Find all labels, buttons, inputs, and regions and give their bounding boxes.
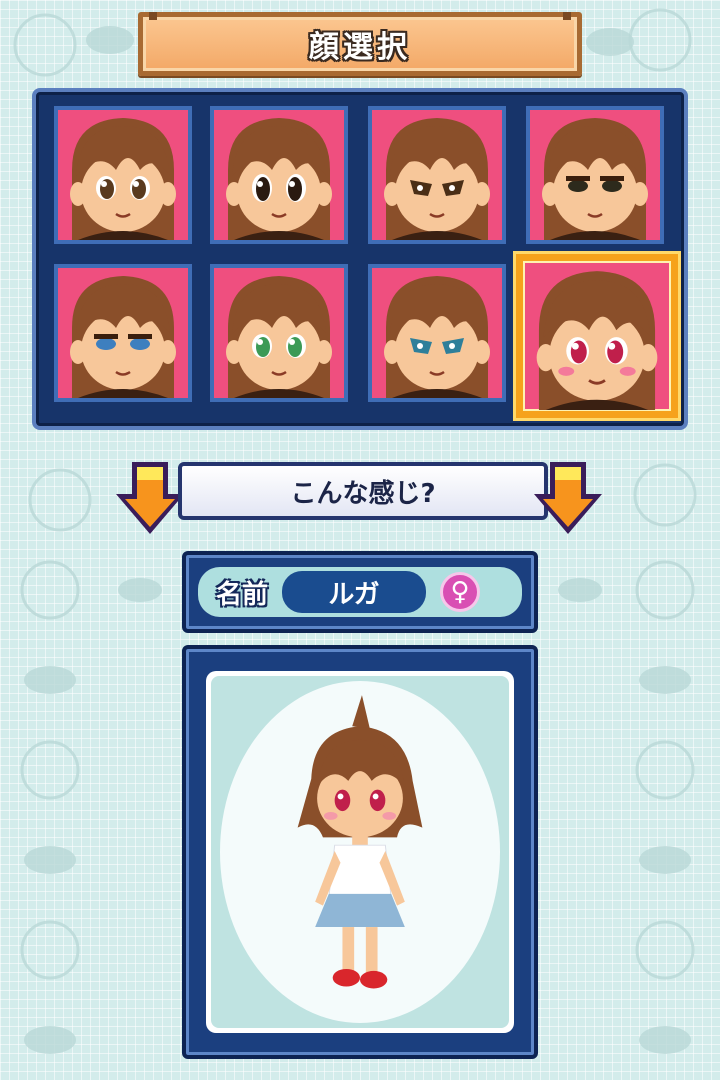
- face-portrait: [226, 118, 332, 240]
- page-title: 顔選択: [309, 30, 411, 65]
- face-portrait: [384, 118, 490, 240]
- face-portrait: [70, 118, 176, 240]
- face-grid-panel: [32, 88, 688, 430]
- previous-arrow-button[interactable]: [112, 458, 188, 538]
- character-preview-frame: [182, 645, 538, 1059]
- face-option-6[interactable]: [210, 264, 348, 402]
- prompt-bar: こんな感じ?: [178, 462, 548, 520]
- title-plaque: 顔選択: [138, 12, 582, 76]
- plaque-stud: [149, 12, 157, 20]
- face-portrait: [384, 276, 490, 398]
- character-preview-card: [206, 671, 514, 1033]
- character-model: [297, 695, 423, 989]
- face-option-4[interactable]: [526, 106, 664, 244]
- face-option-2[interactable]: [210, 106, 348, 244]
- face-portrait: [70, 276, 176, 398]
- name-bar: 名前 ルガ ♀: [182, 551, 538, 633]
- prompt-text: こんな感じ?: [290, 478, 436, 509]
- name-label: 名前: [216, 579, 269, 610]
- face-option-8[interactable]: [516, 254, 678, 418]
- face-option-5[interactable]: [54, 264, 192, 402]
- plaque-stud: [563, 12, 571, 20]
- face-portrait: [542, 118, 648, 240]
- face-option-7[interactable]: [368, 264, 506, 402]
- name-row: 名前 ルガ ♀: [198, 567, 522, 617]
- face-option-1[interactable]: [54, 106, 192, 244]
- face-option-3[interactable]: [368, 106, 506, 244]
- next-arrow-button[interactable]: [530, 458, 606, 538]
- face-portrait: [226, 276, 332, 398]
- female-gender-icon[interactable]: ♀: [440, 572, 481, 612]
- name-field[interactable]: ルガ: [282, 571, 427, 613]
- face-portrait: [536, 271, 658, 410]
